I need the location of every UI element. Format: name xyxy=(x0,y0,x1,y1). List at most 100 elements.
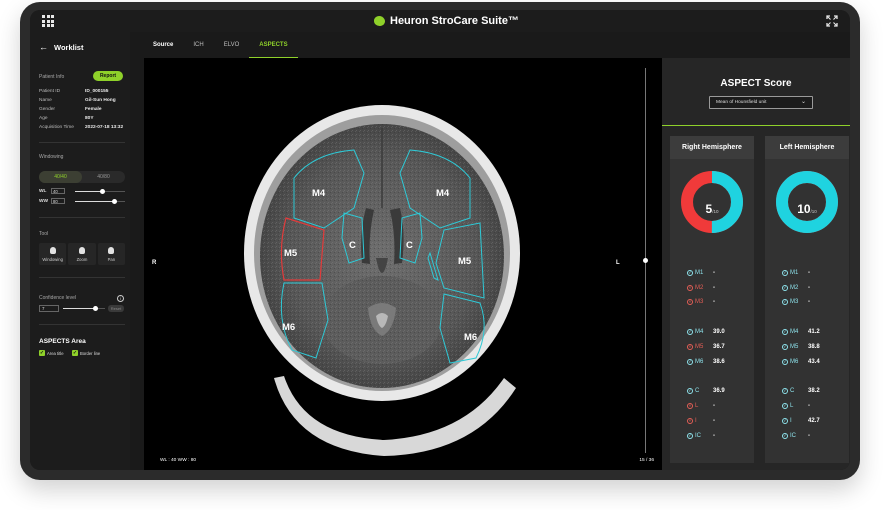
region-value: - xyxy=(713,402,715,409)
check-icon: ✓ xyxy=(39,350,45,356)
report-button[interactable]: Report xyxy=(93,71,123,81)
region-name: M3 xyxy=(695,298,704,305)
region-name: IC xyxy=(695,432,701,439)
chevron-down-icon: ⌄ xyxy=(800,99,806,105)
region-name: M4 xyxy=(790,328,799,335)
region-row-m6: ✓ M6 43.4 xyxy=(782,357,842,366)
wl-input[interactable]: 40 xyxy=(51,188,65,194)
pan-tool-button[interactable]: Pan xyxy=(97,243,125,265)
region-name: M2 xyxy=(695,284,704,291)
confidence-reset-button[interactable]: Reset xyxy=(108,305,124,312)
region-label-m6-left: M6 xyxy=(464,332,477,343)
preset-40-40[interactable]: 40/40 xyxy=(39,171,82,183)
region-value: 36.7 xyxy=(713,343,725,350)
tab-ich[interactable]: ICH xyxy=(183,32,213,58)
check-circle-icon: ✓ xyxy=(782,343,788,350)
region-row-m2: ✓ M2 - xyxy=(782,283,842,292)
app-grid-icon[interactable] xyxy=(42,15,54,27)
tool-group: Windowing Zoom Pan xyxy=(39,243,125,265)
region-name: I xyxy=(790,417,792,424)
patient-info-label: Patient Info xyxy=(39,74,65,80)
top-bar: Heuron StroCare Suite™ xyxy=(30,10,850,32)
region-row-i: × I - xyxy=(687,416,747,425)
aspects-area-title: ASPECTS Area xyxy=(39,338,86,345)
back-to-worklist[interactable]: ← Worklist xyxy=(39,42,83,52)
region-value: 39.0 xyxy=(713,328,725,335)
window-level-readout: WL : 40 WW : 80 xyxy=(160,458,197,463)
region-name: M4 xyxy=(695,328,704,335)
divider xyxy=(39,277,125,278)
region-value: - xyxy=(808,298,810,305)
slice-counter: 15 / 36 xyxy=(639,458,654,463)
fullscreen-icon[interactable] xyxy=(826,15,838,27)
check-circle-icon: ✓ xyxy=(782,284,788,291)
region-value: 38.8 xyxy=(808,343,820,350)
region-row-c: ✓ C 36.9 xyxy=(687,386,747,395)
confidence-label: Confidence level xyxy=(39,295,76,301)
left-hemisphere-card: Left Hemisphere 10/10 ✓ M1- ✓ M2- ✓ M3- ✓ M4 41.… xyxy=(765,136,849,463)
brand-logo-icon xyxy=(374,16,385,26)
region-row-m4: ✓ M4 41.2 xyxy=(782,327,842,336)
wl-slider-handle[interactable] xyxy=(100,189,105,194)
check-circle-icon: ✓ xyxy=(782,402,788,409)
ww-slider-handle[interactable] xyxy=(111,199,117,204)
ct-viewer[interactable]: M4 M4 M5 M5 C C M6 M6 R L WL : 40 WW : 8… xyxy=(144,58,662,470)
ww-input[interactable]: 80 xyxy=(51,198,65,204)
region-row-m2: × M2 - xyxy=(687,283,747,292)
tab-aspects[interactable]: ASPECTS xyxy=(249,32,298,58)
region-row-m5: ✓ M5 38.8 xyxy=(782,342,842,351)
region-name: M2 xyxy=(790,284,799,291)
app-screen: Heuron StroCare Suite™ ← Worklist Patien… xyxy=(30,10,850,470)
divider xyxy=(39,142,125,143)
region-value: 36.9 xyxy=(713,387,725,394)
confidence-input[interactable]: 7 xyxy=(39,305,59,312)
region-name: M6 xyxy=(695,358,704,365)
zoom-tool-label: Zoom xyxy=(76,257,88,262)
zoom-tool-button[interactable]: Zoom xyxy=(68,243,96,265)
confidence-slider-handle[interactable] xyxy=(93,306,99,311)
region-name: M5 xyxy=(790,343,799,350)
region-row-ic: ✓ IC - xyxy=(782,431,842,440)
region-value: - xyxy=(808,284,810,291)
region-value: - xyxy=(713,284,715,291)
area-title-checkbox-label: Area title xyxy=(47,350,64,356)
region-name: M1 xyxy=(790,269,799,276)
preset-40-80[interactable]: 40/80 xyxy=(82,171,125,183)
tab-source[interactable]: Source xyxy=(143,32,183,58)
mouse-icon xyxy=(49,247,56,254)
region-name: M6 xyxy=(790,358,799,365)
region-name: I xyxy=(695,417,697,424)
region-name: L xyxy=(695,402,699,409)
left-hemisphere-title: Left Hemisphere xyxy=(765,136,849,159)
area-title-checkbox[interactable]: ✓ Area title xyxy=(39,350,64,356)
region-name: IC xyxy=(790,432,796,439)
windowing-tool-button[interactable]: Windowing xyxy=(39,243,67,265)
divider xyxy=(39,324,125,325)
region-row-m3: × M3 - xyxy=(687,297,747,306)
region-label-m5-left: M5 xyxy=(458,256,472,267)
brand-name: Heuron StroCare Suite™ xyxy=(390,15,519,27)
border-line-checkbox[interactable]: ✓ Border line xyxy=(72,350,100,356)
x-circle-icon: × xyxy=(687,402,693,409)
region-value: - xyxy=(713,269,715,276)
method-select[interactable]: Mean of Hounsfield unit ⌄ xyxy=(709,96,813,109)
x-circle-icon: × xyxy=(687,284,693,291)
border-line-checkbox-label: Border line xyxy=(80,350,101,356)
tab-elvo[interactable]: ELVO xyxy=(214,32,250,58)
check-circle-icon: ✓ xyxy=(782,269,788,276)
windowing-preset-toggle: 40/40 40/80 xyxy=(39,171,125,183)
region-row-m1: ✓ M1 - xyxy=(782,268,842,277)
method-select-value: Mean of Hounsfield unit xyxy=(716,100,767,105)
region-row-m3: ✓ M3 - xyxy=(782,297,842,306)
aspect-score-title: ASPECT Score xyxy=(720,78,792,89)
windowing-label: Windowing xyxy=(39,154,64,160)
check-circle-icon: ✓ xyxy=(782,298,788,305)
region-value: 38.2 xyxy=(808,387,820,394)
slice-scrollbar-handle[interactable] xyxy=(643,258,648,263)
region-name: M5 xyxy=(695,343,704,350)
region-row-m1: ✓ M1 - xyxy=(687,268,747,277)
ww-control: WW 80 xyxy=(39,197,65,205)
region-label-m6-right: M6 xyxy=(282,322,295,333)
info-icon[interactable]: i xyxy=(117,295,124,302)
wl-slider-fill xyxy=(75,191,103,192)
